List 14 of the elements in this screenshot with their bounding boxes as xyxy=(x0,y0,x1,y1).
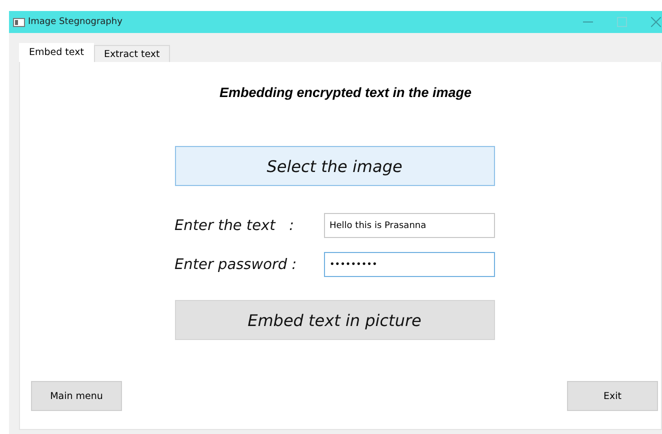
exit-button[interactable]: Exit xyxy=(567,381,658,411)
main-menu-button[interactable]: Main menu xyxy=(31,381,122,411)
field-label: Enter the text : xyxy=(174,218,294,234)
heading: Embedding encrypted text in the image xyxy=(219,85,472,100)
select-image-button[interactable]: Select the image xyxy=(174,146,494,186)
text-field[interactable]: Hello this is Prasanna xyxy=(324,213,494,238)
close-icon[interactable] xyxy=(651,17,661,27)
field-label: Enter password : xyxy=(174,256,297,272)
window-title: Image Stegnography xyxy=(28,17,122,27)
app-icon xyxy=(13,18,25,26)
password-field[interactable]: ••••••••• xyxy=(324,252,494,277)
tab[interactable]: Extract text xyxy=(94,45,170,62)
tab[interactable]: Embed text xyxy=(19,43,94,62)
embed-button[interactable]: Embed text in picture xyxy=(174,300,494,340)
